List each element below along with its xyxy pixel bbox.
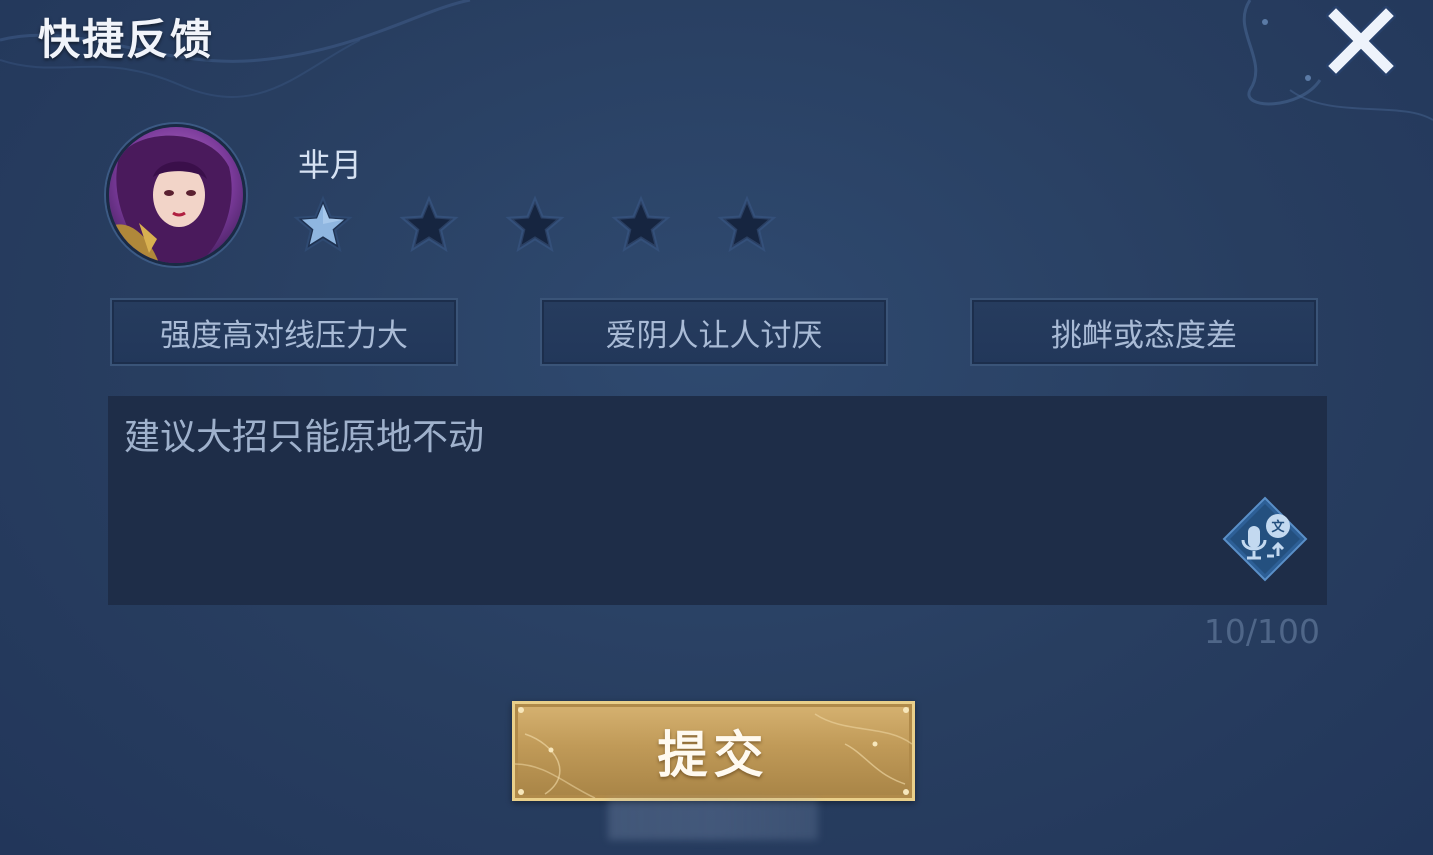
voice-to-text-icon: 文 [1222,496,1308,582]
tag-button-strong-laning[interactable]: 强度高对线压力大 [110,298,458,366]
star-icon-4[interactable] [610,194,672,256]
hero-portrait-icon [109,127,243,263]
star-icon-3[interactable] [504,194,566,256]
feedback-text[interactable]: 建议大招只能原地不动 [124,408,484,460]
dialog-title: 快捷反馈 [38,15,215,64]
submit-button-label: 提交 [657,726,770,784]
feedback-textarea[interactable]: 建议大招只能原地不动 文 [108,396,1327,605]
svg-text:文: 文 [1271,519,1285,535]
star-icon-1-active[interactable] [292,194,354,256]
hero-name: 芈月 [298,146,363,184]
voice-to-text-button[interactable]: 文 [1222,496,1308,582]
tag-button-provoking-bad-attitude[interactable]: 挑衅或态度差 [970,298,1318,366]
close-icon [1324,4,1398,78]
star-icon-2[interactable] [398,194,460,256]
blurred-overlay [608,800,818,840]
star-icon-5[interactable] [716,194,778,256]
star-rating[interactable] [292,194,778,256]
close-button[interactable] [1324,4,1398,78]
character-count: 10/100 [1203,612,1320,651]
tag-button-sneaky-annoying[interactable]: 爱阴人让人讨厌 [540,298,888,366]
hero-avatar [106,124,246,266]
submit-button[interactable]: 提交 [512,701,915,801]
